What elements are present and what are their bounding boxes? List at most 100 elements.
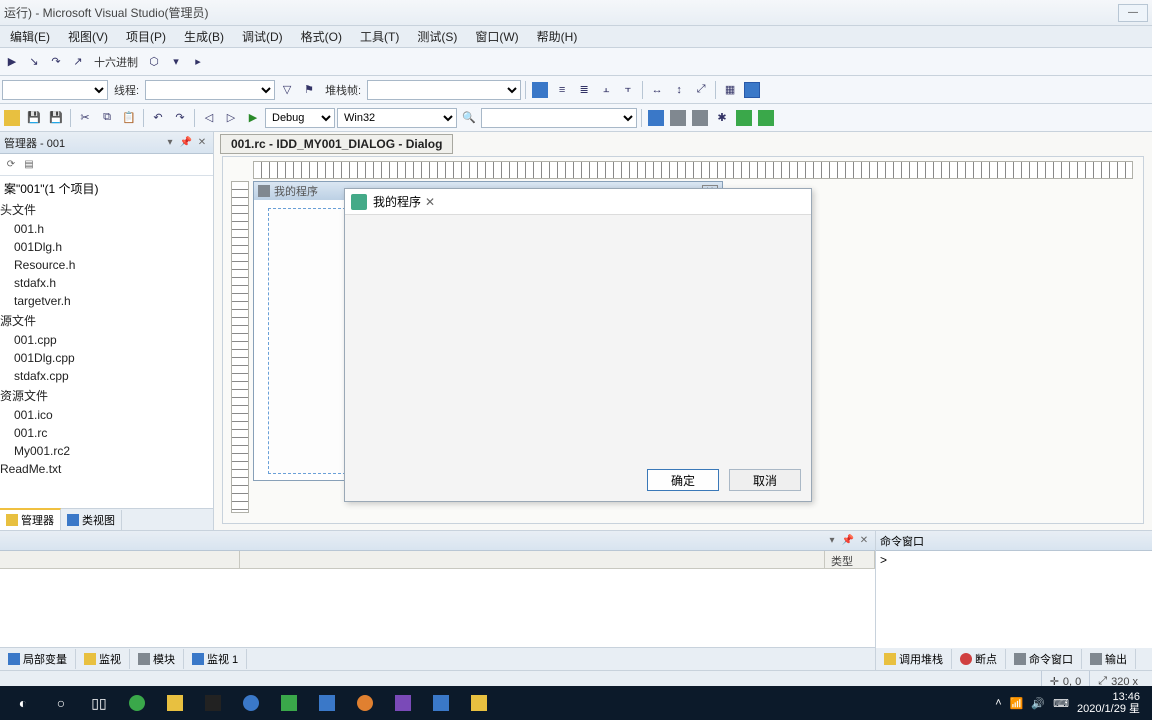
minimize-button[interactable]: — xyxy=(1118,4,1148,22)
grid-icon[interactable]: ▦ xyxy=(720,80,740,100)
runtime-dialog[interactable]: 我的程序 ✕ 确定 取消 xyxy=(344,188,812,502)
config-combo[interactable]: Debug xyxy=(265,108,335,128)
guides-icon[interactable] xyxy=(742,80,762,100)
system-tray[interactable]: ˄ 📶 🔊 ⌨ 13:46 2020/1/29 星 xyxy=(987,691,1148,715)
taskbar-app-obs[interactable] xyxy=(346,688,384,718)
menu-debug[interactable]: 调试(D) xyxy=(234,26,291,47)
align-left-icon[interactable] xyxy=(530,80,550,100)
menu-format[interactable]: 格式(O) xyxy=(293,26,350,47)
tray-ime-icon[interactable]: ⌨ xyxy=(1053,697,1069,710)
align-top-icon[interactable]: ⫠ xyxy=(596,80,616,100)
bl-pin-icon[interactable]: 📌 xyxy=(841,534,855,548)
tb-icon-5[interactable] xyxy=(734,108,754,128)
flag-icon[interactable]: ⚑ xyxy=(299,80,319,100)
taskbar-app-browser[interactable] xyxy=(118,688,156,718)
nav-back-icon[interactable]: ◁ xyxy=(199,108,219,128)
find-icon[interactable]: 🔍 xyxy=(459,108,479,128)
tree-group-headers[interactable]: 头文件 xyxy=(0,199,213,220)
bl-close-icon[interactable]: ✕ xyxy=(857,534,871,548)
align-right-icon[interactable]: ≣ xyxy=(574,80,594,100)
menu-project[interactable]: 项目(P) xyxy=(118,26,174,47)
menu-view[interactable]: 视图(V) xyxy=(60,26,116,47)
copy-icon[interactable]: ⧉ xyxy=(97,108,117,128)
tb-icon-1[interactable] xyxy=(646,108,666,128)
tree-item[interactable]: My001.rc2 xyxy=(0,442,213,460)
find-combo[interactable] xyxy=(481,108,637,128)
redo-icon[interactable]: ↷ xyxy=(170,108,190,128)
tab-watch[interactable]: 监视 xyxy=(76,649,130,669)
menu-tools[interactable]: 工具(T) xyxy=(352,26,407,47)
tree-item-readme[interactable]: ReadMe.txt xyxy=(0,460,213,478)
tree-item[interactable]: stdafx.cpp xyxy=(0,367,213,385)
properties-icon[interactable]: ▤ xyxy=(20,156,38,174)
menu-build[interactable]: 生成(B) xyxy=(176,26,232,47)
tree-group-resources[interactable]: 资源文件 xyxy=(0,385,213,406)
menu-test[interactable]: 测试(S) xyxy=(409,26,465,47)
tree-item[interactable]: 001.rc xyxy=(0,424,213,442)
tree-item[interactable]: 001Dlg.cpp xyxy=(0,349,213,367)
ok-button[interactable]: 确定 xyxy=(647,469,719,491)
menu-window[interactable]: 窗口(W) xyxy=(467,26,526,47)
toolbar-dropdown-1[interactable]: ▾ xyxy=(166,52,186,72)
solution-root[interactable]: 案"001"(1 个项目) xyxy=(0,178,213,199)
filter-icon[interactable]: ▽ xyxy=(277,80,297,100)
tb-icon-6[interactable] xyxy=(756,108,776,128)
sidebar-tab-classview[interactable]: 类视图 xyxy=(61,510,122,530)
tray-network-icon[interactable]: 📶 xyxy=(1010,697,1024,710)
runtime-dialog-close-button[interactable]: ✕ xyxy=(421,193,439,211)
align-bottom-icon[interactable]: ⫟ xyxy=(618,80,638,100)
tree-item[interactable]: 001Dlg.h xyxy=(0,238,213,256)
save-all-icon[interactable]: 💾 xyxy=(46,108,66,128)
taskbar-app-5[interactable] xyxy=(422,688,460,718)
panel-close-icon[interactable]: ✕ xyxy=(195,136,209,150)
continue-button[interactable]: ▶ xyxy=(2,52,22,72)
step-into-button[interactable]: ↘ xyxy=(24,52,44,72)
tab-modules[interactable]: 模块 xyxy=(130,649,184,669)
refresh-icon[interactable]: ⟳ xyxy=(2,156,20,174)
task-view-icon[interactable]: ▯▯ xyxy=(80,688,118,718)
save-icon[interactable]: 💾 xyxy=(24,108,44,128)
tree-item[interactable]: 001.h xyxy=(0,220,213,238)
size-height-icon[interactable]: ↕ xyxy=(669,80,689,100)
stackframe-combo[interactable] xyxy=(367,80,521,100)
taskbar-app-wechat[interactable] xyxy=(270,688,308,718)
step-over-button[interactable]: ↷ xyxy=(46,52,66,72)
cortana-icon[interactable]: ○ xyxy=(42,688,80,718)
step-out-button[interactable]: ↗ xyxy=(68,52,88,72)
tab-locals[interactable]: 局部变量 xyxy=(0,649,76,669)
taskbar-app-vs[interactable] xyxy=(384,688,422,718)
open-icon[interactable] xyxy=(2,108,22,128)
tree-group-sources[interactable]: 源文件 xyxy=(0,310,213,331)
cancel-button[interactable]: 取消 xyxy=(729,469,801,491)
taskbar-app-terminal[interactable] xyxy=(194,688,232,718)
taskbar-app-explorer[interactable] xyxy=(156,688,194,718)
menu-edit[interactable]: 编辑(E) xyxy=(2,26,58,47)
solution-tree[interactable]: 案"001"(1 个项目) 头文件 001.h 001Dlg.h Resourc… xyxy=(0,176,213,508)
tray-chevron-icon[interactable]: ˄ xyxy=(995,697,1001,709)
watch-grid[interactable]: 类型 xyxy=(0,551,875,648)
bl-dropdown-icon[interactable]: ▾ xyxy=(825,534,839,548)
tree-item[interactable]: stdafx.h xyxy=(0,274,213,292)
sidebar-tab-solution[interactable]: 管理器 xyxy=(0,508,61,530)
start-button[interactable]: ◐ xyxy=(4,688,42,718)
menu-help[interactable]: 帮助(H) xyxy=(529,26,586,47)
tree-item[interactable]: 001.ico xyxy=(0,406,213,424)
size-width-icon[interactable]: ↔ xyxy=(647,80,667,100)
taskbar-app-window[interactable] xyxy=(308,688,346,718)
start-debug-icon[interactable]: ▶ xyxy=(243,108,263,128)
undo-icon[interactable]: ↶ xyxy=(148,108,168,128)
nav-fwd-icon[interactable]: ▷ xyxy=(221,108,241,128)
tab-command[interactable]: 命令窗口 xyxy=(1006,649,1082,669)
thread-combo[interactable] xyxy=(145,80,275,100)
tb-icon-4[interactable]: ✱ xyxy=(712,108,732,128)
process-combo[interactable] xyxy=(2,80,108,100)
command-window-body[interactable]: > xyxy=(876,551,1152,648)
taskbar-app-running[interactable] xyxy=(460,688,498,718)
tree-item[interactable]: Resource.h xyxy=(0,256,213,274)
tree-item[interactable]: 001.cpp xyxy=(0,331,213,349)
align-center-icon[interactable]: ≡ xyxy=(552,80,572,100)
tree-item[interactable]: targetver.h xyxy=(0,292,213,310)
tab-output[interactable]: 输出 xyxy=(1082,649,1136,669)
tab-breakpoints[interactable]: 断点 xyxy=(952,649,1006,669)
runtime-dialog-titlebar[interactable]: 我的程序 ✕ xyxy=(345,189,811,215)
